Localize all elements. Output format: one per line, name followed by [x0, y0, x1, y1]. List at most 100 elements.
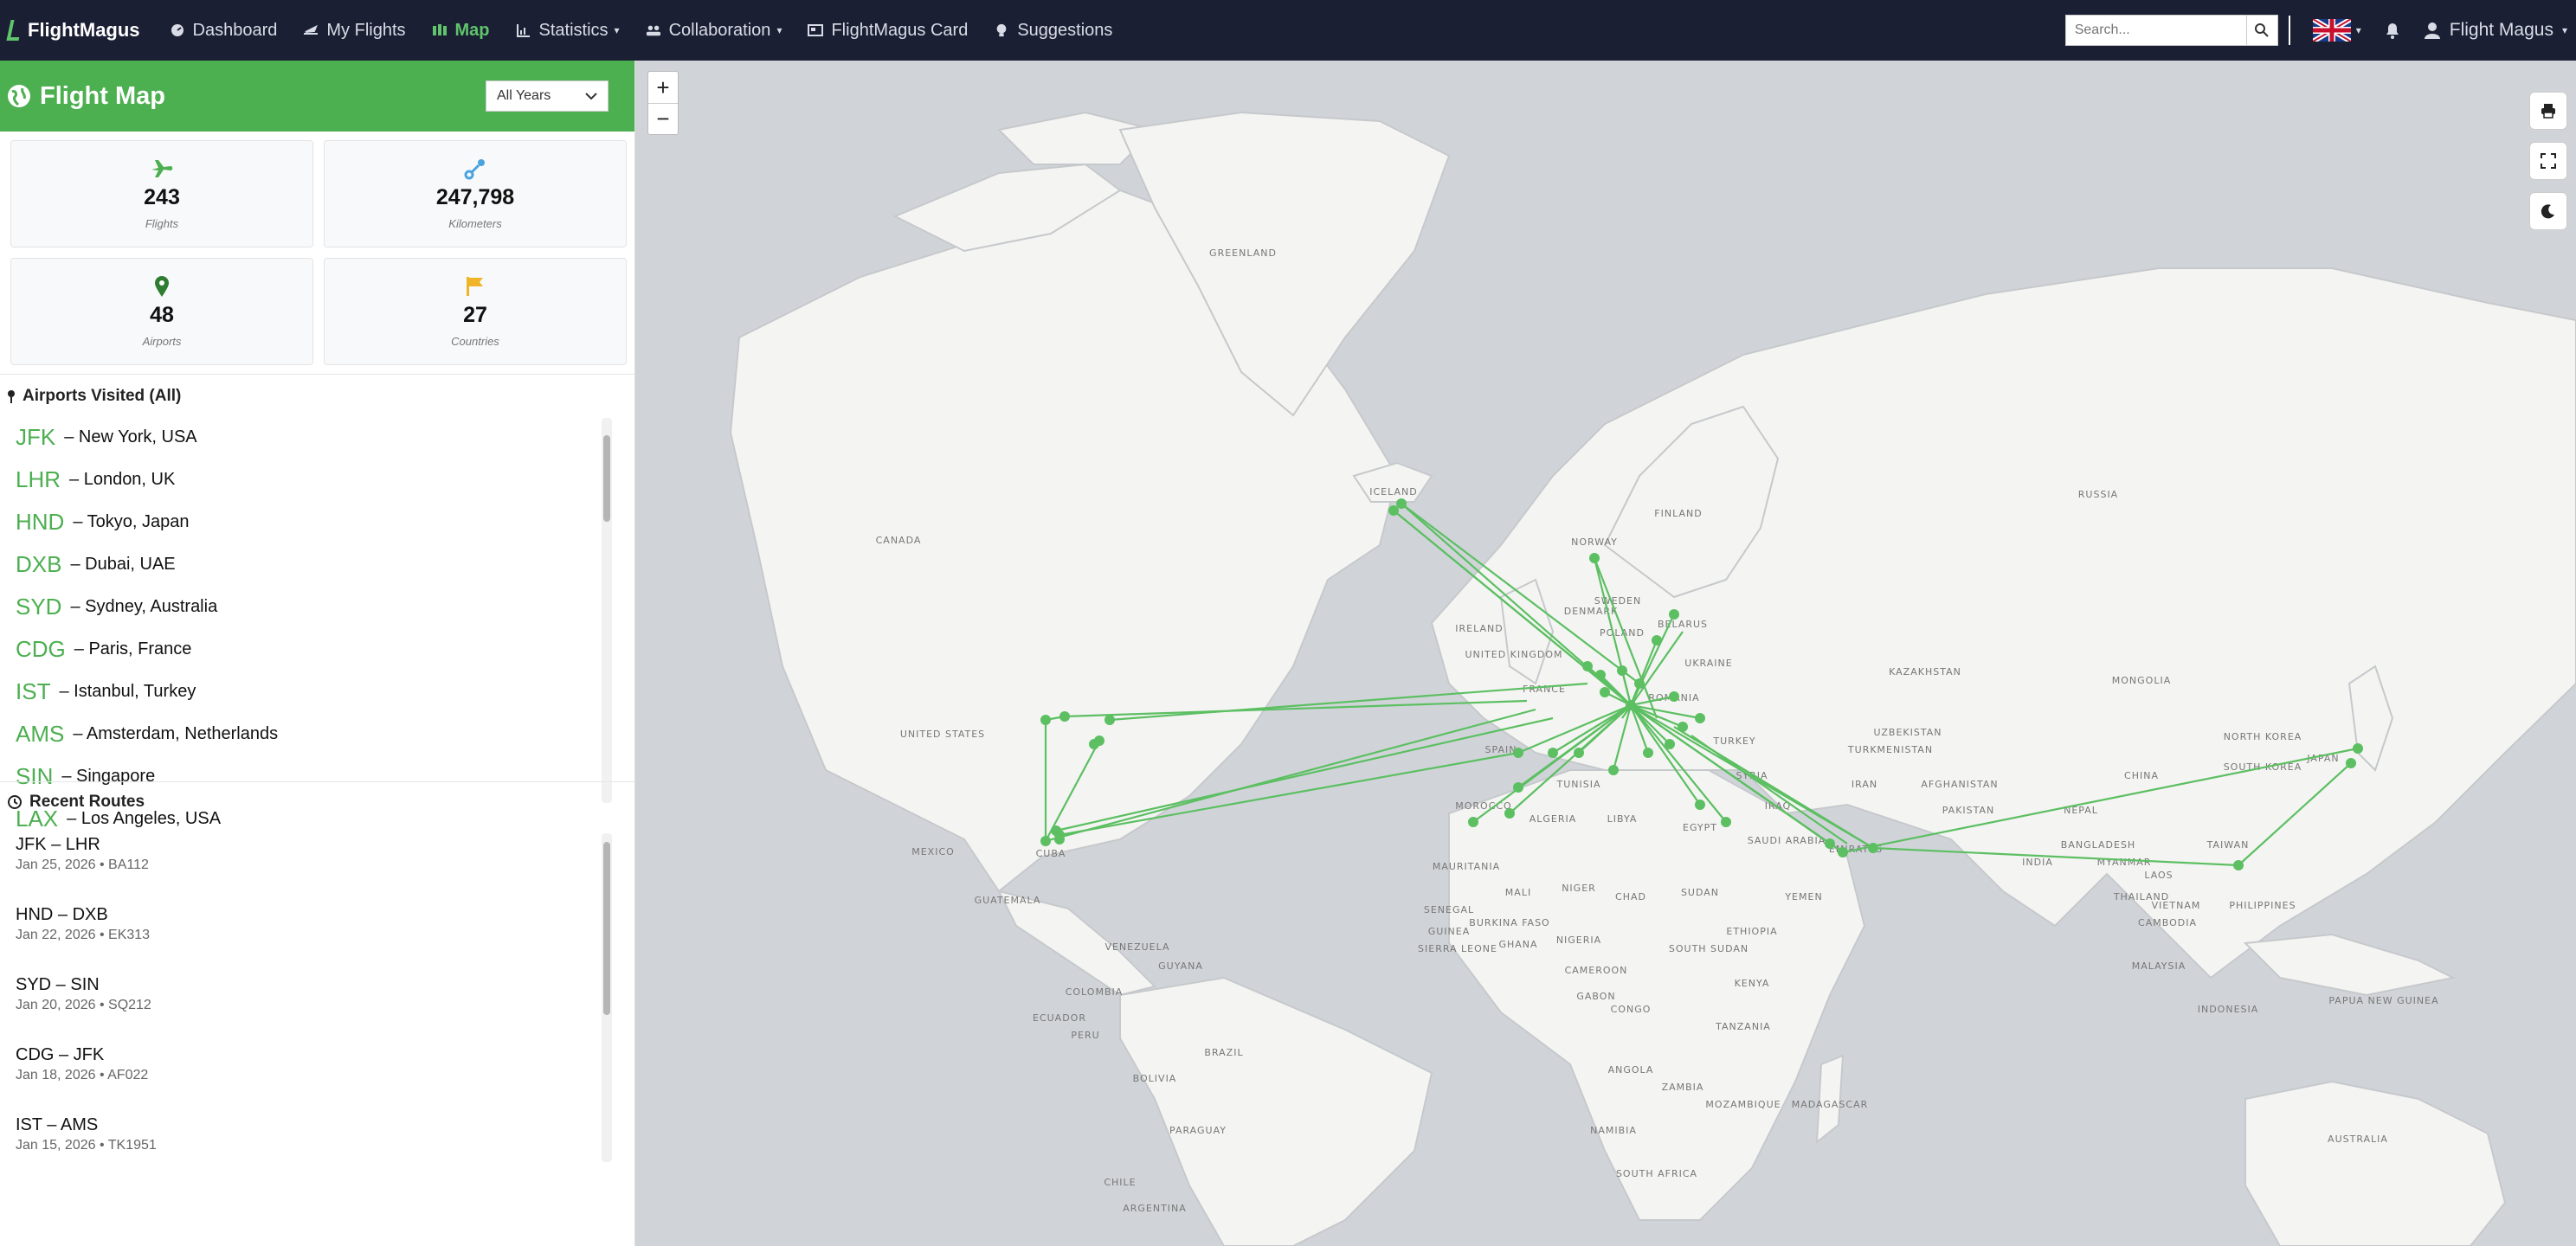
airport-marker[interactable] [1669, 609, 1679, 620]
search-button[interactable] [2246, 15, 2278, 46]
divider [2288, 16, 2290, 45]
airport-marker[interactable] [1504, 808, 1515, 819]
scrollbar-thumb[interactable] [603, 842, 610, 1015]
moon-icon [2541, 204, 2554, 219]
nav-dashboard[interactable]: Dashboard [170, 21, 277, 41]
country-label: MEXICO [911, 846, 955, 857]
airport-marker[interactable] [1468, 817, 1478, 827]
country-label: CHILE [1104, 1177, 1136, 1188]
brand-name: FlightMagus [28, 19, 140, 41]
country-label: PERU [1071, 1030, 1099, 1041]
airport-name: – Tokyo, Japan [73, 512, 190, 531]
fullscreen-button[interactable] [2529, 142, 2567, 180]
airport-marker[interactable] [1054, 834, 1065, 845]
list-item[interactable]: CDG – Paris, France [16, 628, 634, 671]
airport-code: SYD [16, 594, 62, 620]
route-meta: Jan 22, 2026 • EK313 [16, 927, 151, 942]
airport-marker[interactable] [2233, 860, 2244, 870]
airport-marker[interactable] [1600, 687, 1610, 697]
airport-marker[interactable] [2353, 743, 2363, 754]
airport-marker[interactable] [1589, 553, 1600, 563]
list-item[interactable]: JFK – LHR Jan 25, 2026 • BA112 [0, 819, 634, 889]
search-box [2064, 15, 2278, 46]
airport-marker[interactable] [2346, 758, 2356, 768]
airport-marker[interactable] [1059, 711, 1070, 722]
list-item[interactable]: HND – DXB Jan 22, 2026 • EK313 [0, 889, 634, 959]
country-label: CHINA [2124, 770, 2159, 781]
flag-icon [466, 275, 485, 298]
airport-marker[interactable] [1617, 665, 1627, 676]
airport-marker[interactable] [1665, 739, 1675, 749]
country-label: MALI [1505, 887, 1531, 898]
airport-marker[interactable] [1678, 722, 1688, 732]
airport-marker[interactable] [1626, 700, 1636, 710]
airport-marker[interactable] [1608, 765, 1619, 775]
list-item[interactable]: CDG – JFK Jan 18, 2026 • AF022 [0, 1029, 634, 1099]
search-input[interactable] [2064, 15, 2247, 46]
airport-marker[interactable] [1595, 670, 1606, 680]
list-item[interactable]: LHR – London, UK [16, 459, 634, 501]
airport-marker[interactable] [1548, 748, 1558, 758]
list-item[interactable]: JFK – New York, USA [16, 416, 634, 459]
airport-marker[interactable] [1868, 843, 1878, 853]
airport-list-scrollbar[interactable] [602, 418, 612, 803]
list-item[interactable]: IST – Istanbul, Turkey [16, 671, 634, 713]
bell-icon[interactable] [2384, 21, 2401, 40]
airport-marker[interactable] [1396, 498, 1407, 509]
country-label: SUDAN [1681, 887, 1719, 898]
year-filter-value: All Years [497, 88, 551, 103]
list-item[interactable]: IST – AMS Jan 15, 2026 • TK1951 [0, 1099, 634, 1169]
scrollbar-thumb[interactable] [603, 435, 610, 522]
airport-marker[interactable] [1721, 817, 1731, 827]
list-item[interactable]: SYD – SIN Jan 20, 2026 • SQ212 [0, 959, 634, 1029]
list-item[interactable]: AMS – Amsterdam, Netherlands [16, 713, 634, 755]
airport-marker[interactable] [1838, 847, 1848, 857]
world-map[interactable]: GREENLAND ICELAND NORWAY FINLAND SWEDEN DENMA… [635, 61, 2576, 1246]
airport-marker[interactable] [1669, 691, 1679, 702]
list-item[interactable]: SYD – Sydney, Australia [16, 586, 634, 628]
airport-marker[interactable] [1388, 505, 1399, 516]
airport-marker[interactable] [1040, 715, 1051, 725]
print-button[interactable] [2529, 92, 2567, 130]
airport-marker[interactable] [1825, 838, 1835, 849]
airport-marker[interactable] [1652, 635, 1662, 645]
list-item[interactable]: HND – Tokyo, Japan [16, 501, 634, 543]
airports-section: Airports Visited (All) JFK – New York, US… [0, 375, 634, 832]
airport-marker[interactable] [1089, 739, 1099, 749]
nav-my-flights[interactable]: My Flights [303, 21, 406, 41]
airport-marker[interactable] [1513, 748, 1523, 758]
airport-marker[interactable] [1643, 748, 1653, 758]
country-label: SIERRA LEONE [1418, 943, 1497, 954]
nav-collaboration[interactable]: Collaboration ▾ [646, 21, 782, 41]
airport-name: – London, UK [69, 470, 176, 489]
nav-statistics[interactable]: Statistics ▾ [516, 21, 620, 41]
nav-map[interactable]: Map [432, 21, 490, 41]
year-filter-select[interactable]: All Years [486, 80, 609, 112]
airport-marker[interactable] [1582, 661, 1593, 671]
country-label: COLOMBIA [1066, 986, 1124, 998]
country-label: ANGOLA [1608, 1064, 1654, 1076]
route-list-scrollbar[interactable] [602, 833, 612, 1162]
brand[interactable]: FlightMagus [6, 19, 140, 42]
zoom-out-button[interactable]: − [648, 103, 678, 134]
country-label: RUSSIA [2078, 489, 2118, 500]
airport-marker[interactable] [1040, 836, 1051, 846]
nav-card[interactable]: FlightMagus Card [808, 21, 968, 41]
airport-marker[interactable] [1695, 800, 1705, 810]
airport-marker[interactable] [1574, 748, 1584, 758]
airport-marker[interactable] [1104, 715, 1115, 725]
zoom-in-button[interactable]: + [648, 72, 678, 103]
route-meta: Jan 18, 2026 • AF022 [16, 1067, 149, 1082]
country-label: ALGERIA [1530, 813, 1577, 825]
nav-suggestions[interactable]: Suggestions [994, 21, 1112, 41]
airport-marker[interactable] [1695, 713, 1705, 723]
airport-marker[interactable] [1513, 782, 1523, 793]
map-canvas[interactable]: GREENLANDICELANDNORWAYFINLANDSWEDENDENMA… [635, 61, 2576, 1246]
country-label: SENEGAL [1424, 904, 1474, 915]
list-item[interactable]: DXB – Dubai, UAE [16, 543, 634, 586]
user-menu[interactable]: Flight Magus ▾ [2424, 20, 2567, 41]
route-name: CDG – JFK [16, 1044, 105, 1064]
dark-mode-button[interactable] [2529, 192, 2567, 230]
airport-marker[interactable] [1634, 678, 1645, 689]
language-selector[interactable]: ▾ [2312, 19, 2361, 42]
